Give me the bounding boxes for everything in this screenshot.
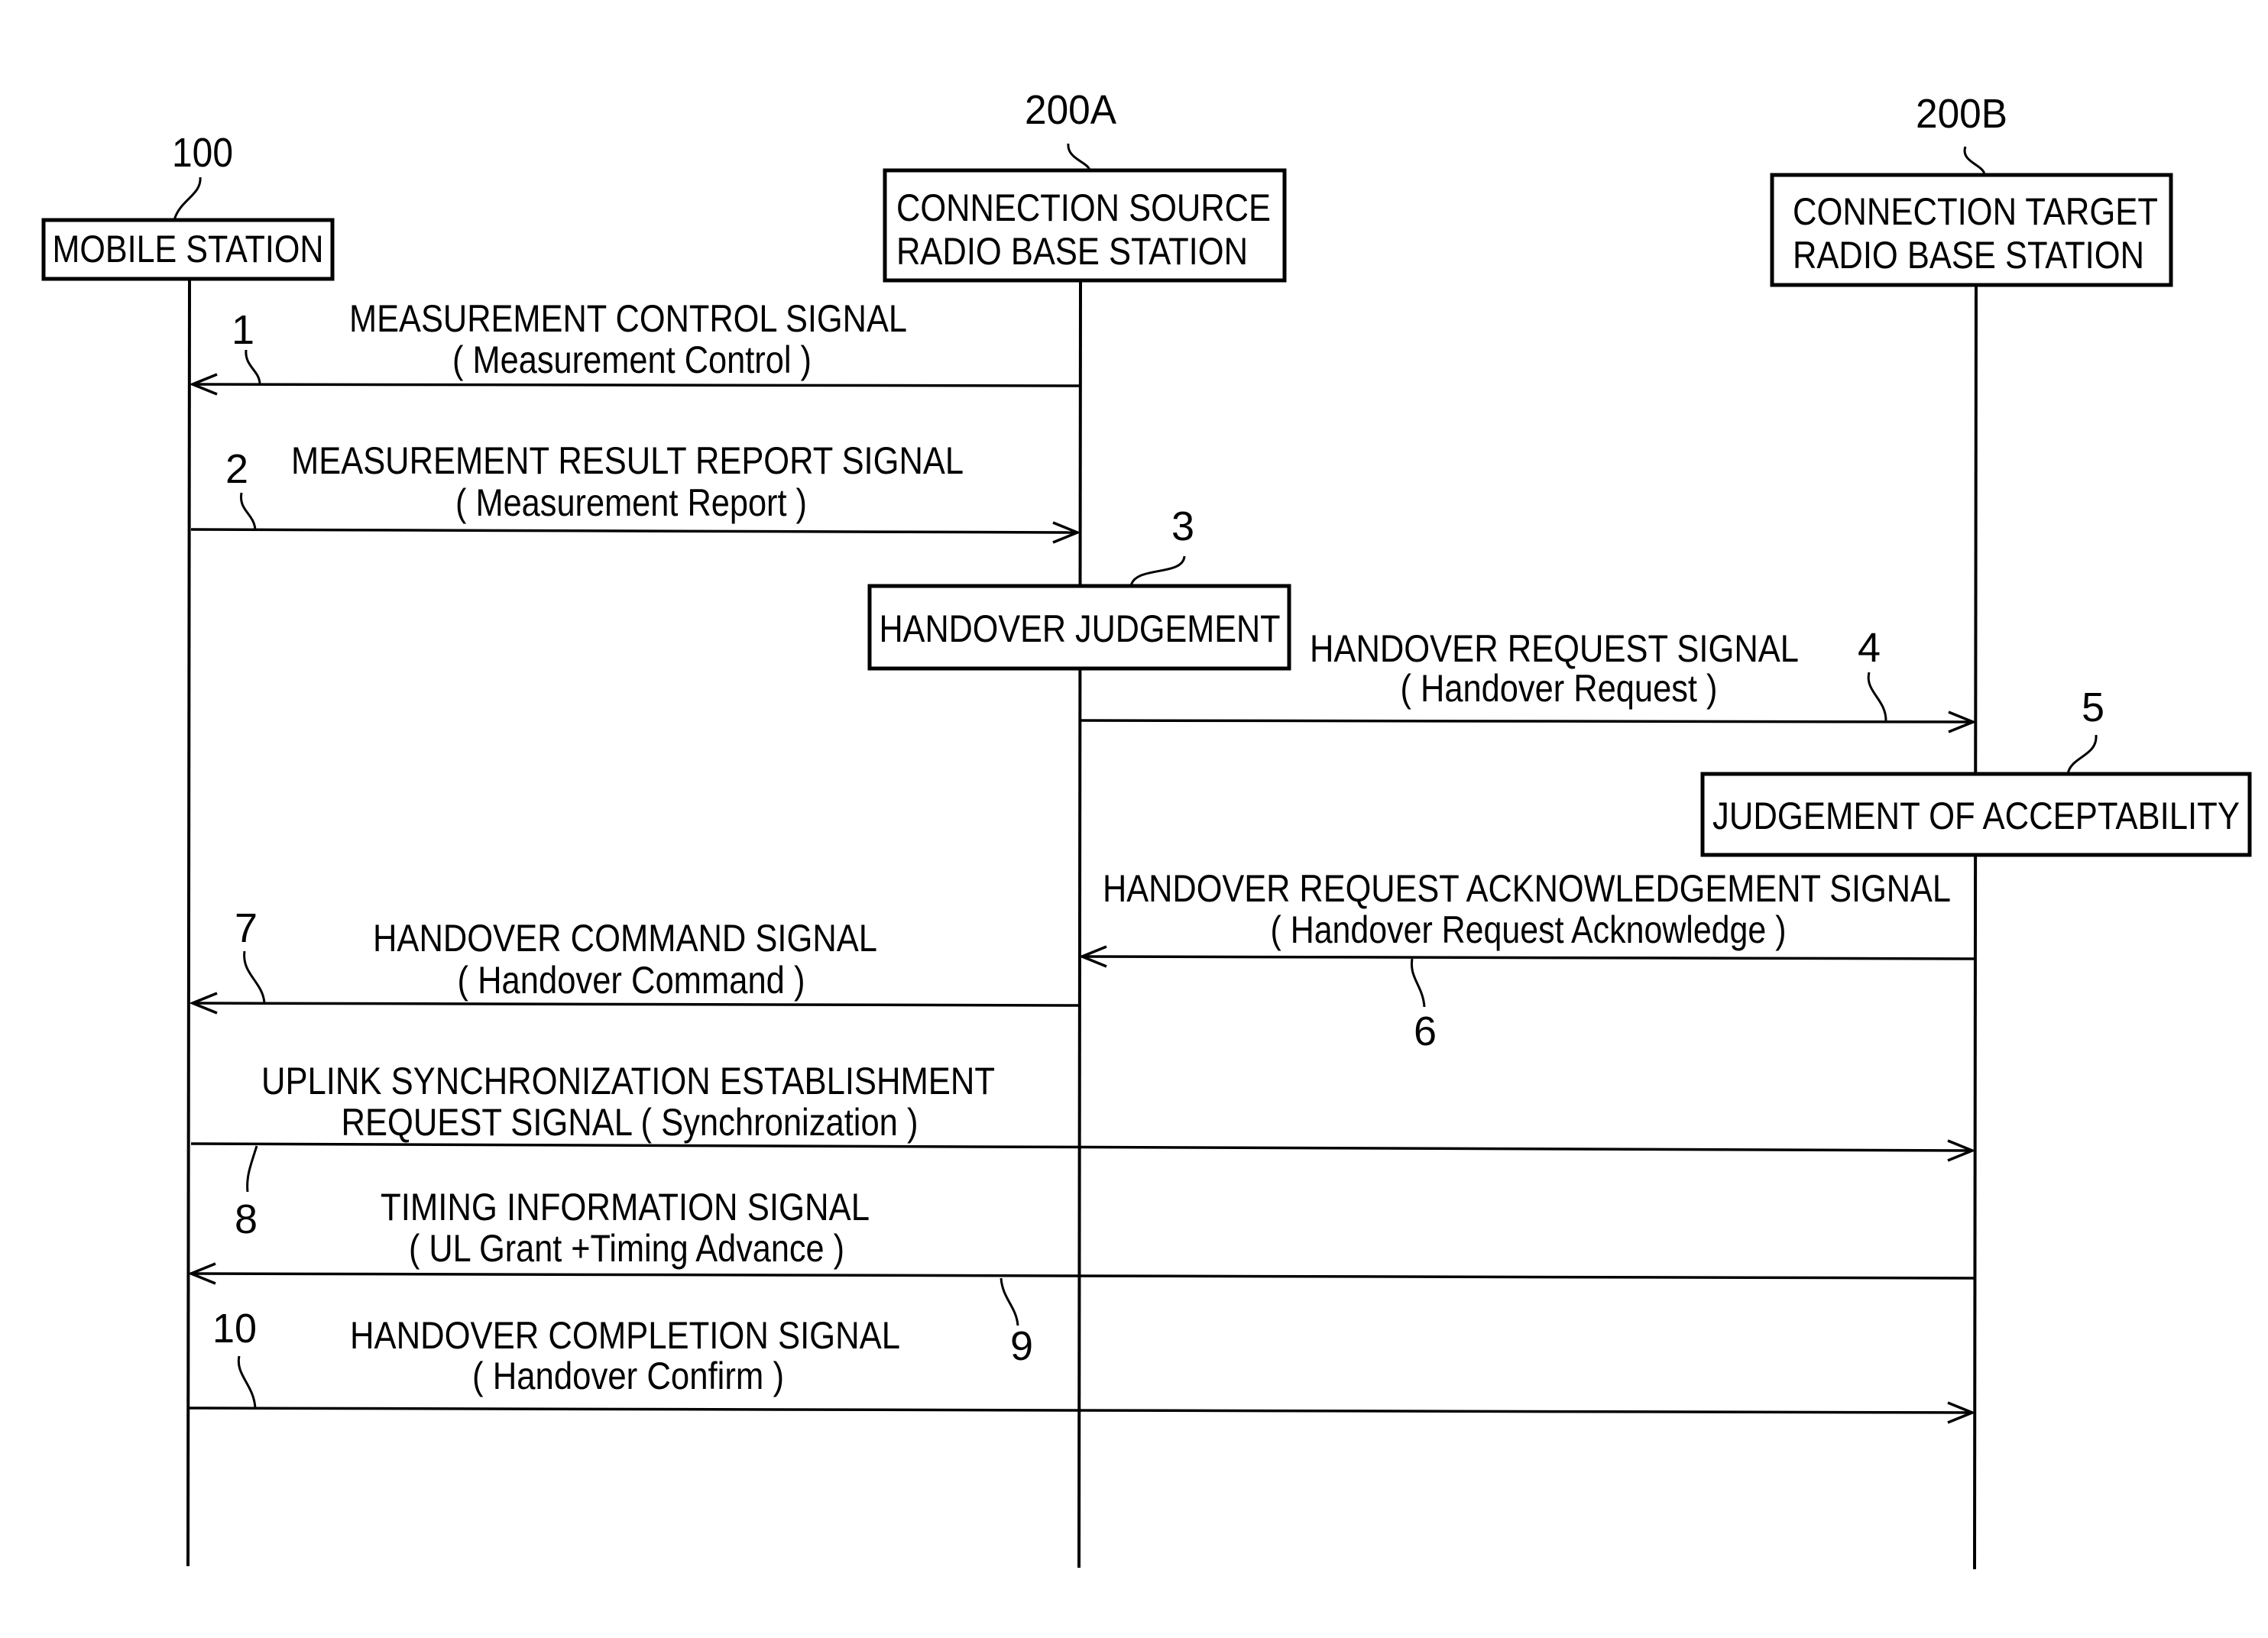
message-9-title: TIMING INFORMATION SIGNAL [381,1186,870,1228]
step-number-1: 1 [232,307,254,353]
step-number-9: 9 [1010,1323,1033,1369]
message-7-handover-command: 7 HANDOVER COMMAND SIGNAL ( Handover Com… [189,905,1080,1015]
message-2-title: MEASUREMENT RESULT REPORT SIGNAL [291,439,964,482]
message-7-title: HANDOVER COMMAND SIGNAL [373,917,877,960]
leader-line-3 [1129,555,1186,587]
message-2-measurement-report: 2 MEASUREMENT RESULT REPORT SIGNAL ( Mea… [190,439,1081,544]
leader-line-6 [1410,958,1426,1008]
step-number-10: 10 [212,1306,257,1352]
connection-target-label-line1: CONNECTION TARGET [1793,190,2158,233]
leader-line-2 [240,492,257,530]
leader-line-200a [1067,143,1091,171]
ref-number-200b: 200B [1916,91,2007,137]
connection-target-label-line2: RADIO BASE STATION [1793,234,2144,277]
leader-line-9 [1000,1277,1019,1326]
mobile-station-label: MOBILE STATION [53,228,324,270]
step-number-8: 8 [235,1196,258,1242]
ref-number-100: 100 [172,130,233,176]
handover-judgement-label: HANDOVER JUDGEMENT [880,607,1281,650]
leader-line-5 [2066,734,2098,775]
entity-connection-target: 200B CONNECTION TARGET RADIO BASE STATIO… [1770,91,2173,287]
step-number-2: 2 [225,446,248,492]
message-2-subtitle: ( Measurement Report ) [455,481,807,524]
leader-line-8 [246,1145,258,1193]
message-6-subtitle: ( Handover Request Acknowledge ) [1271,908,1787,951]
lifeline-connection-source [1077,280,1082,1568]
message-9-subtitle: ( UL Grant +Timing Advance ) [409,1227,844,1270]
message-1-measurement-control: 1 MEASUREMENT CONTROL SIGNAL ( Measureme… [189,297,1081,396]
message-10-subtitle: ( Handover Confirm ) [472,1355,784,1397]
step-number-5: 5 [2082,685,2104,730]
step-number-7: 7 [235,905,258,951]
entity-mobile-station: 100 MOBILE STATION [41,130,335,281]
connection-source-label-line1: CONNECTION SOURCE [896,186,1271,229]
message-8-title: UPLINK SYNCHRONIZATION ESTABLISHMENT [261,1060,995,1102]
lifeline-mobile-station [186,278,191,1567]
message-1-title: MEASUREMENT CONTROL SIGNAL [349,297,907,340]
step-number-3: 3 [1171,503,1194,549]
entity-connection-source: 200A CONNECTION SOURCE RADIO BASE STATIO… [883,87,1287,283]
message-4-subtitle: ( Handover Request ) [1401,667,1718,710]
message-10-title: HANDOVER COMPLETION SIGNAL [350,1314,900,1357]
step-number-4: 4 [1858,625,1881,671]
connection-source-label-line2: RADIO BASE STATION [896,230,1248,273]
message-4-title: HANDOVER REQUEST SIGNAL [1310,627,1799,670]
leader-line-7 [243,950,266,1004]
message-6-handover-request-acknowledge: 6 HANDOVER REQUEST ACKNOWLEDGEMENT SIGNA… [1078,867,1976,1054]
message-1-subtitle: ( Measurement Control ) [452,338,812,381]
step-number-6: 6 [1414,1008,1437,1054]
leader-line-4 [1867,672,1887,721]
message-6-title: HANDOVER REQUEST ACKNOWLEDGEMENT SIGNAL [1103,867,1951,910]
message-7-subtitle: ( Handover Command ) [458,959,805,1002]
handover-sequence-diagram: 100 MOBILE STATION 200A CONNECTION SOURC… [41,87,2252,1570]
leader-line-100 [173,176,202,221]
judgement-of-acceptability-label: JUDGEMENT OF ACCEPTABILITY [1712,795,2240,837]
leader-line-10 [237,1355,257,1409]
leader-line-1 [245,349,261,385]
message-8-subtitle: REQUEST SIGNAL ( Synchronization ) [342,1101,919,1144]
message-10-handover-confirm: 10 HANDOVER COMPLETION SIGNAL ( Handover… [189,1306,1976,1424]
ref-number-200a: 200A [1025,87,1116,133]
leader-line-200b [1963,146,1986,176]
lifeline-connection-target [1973,284,1978,1570]
